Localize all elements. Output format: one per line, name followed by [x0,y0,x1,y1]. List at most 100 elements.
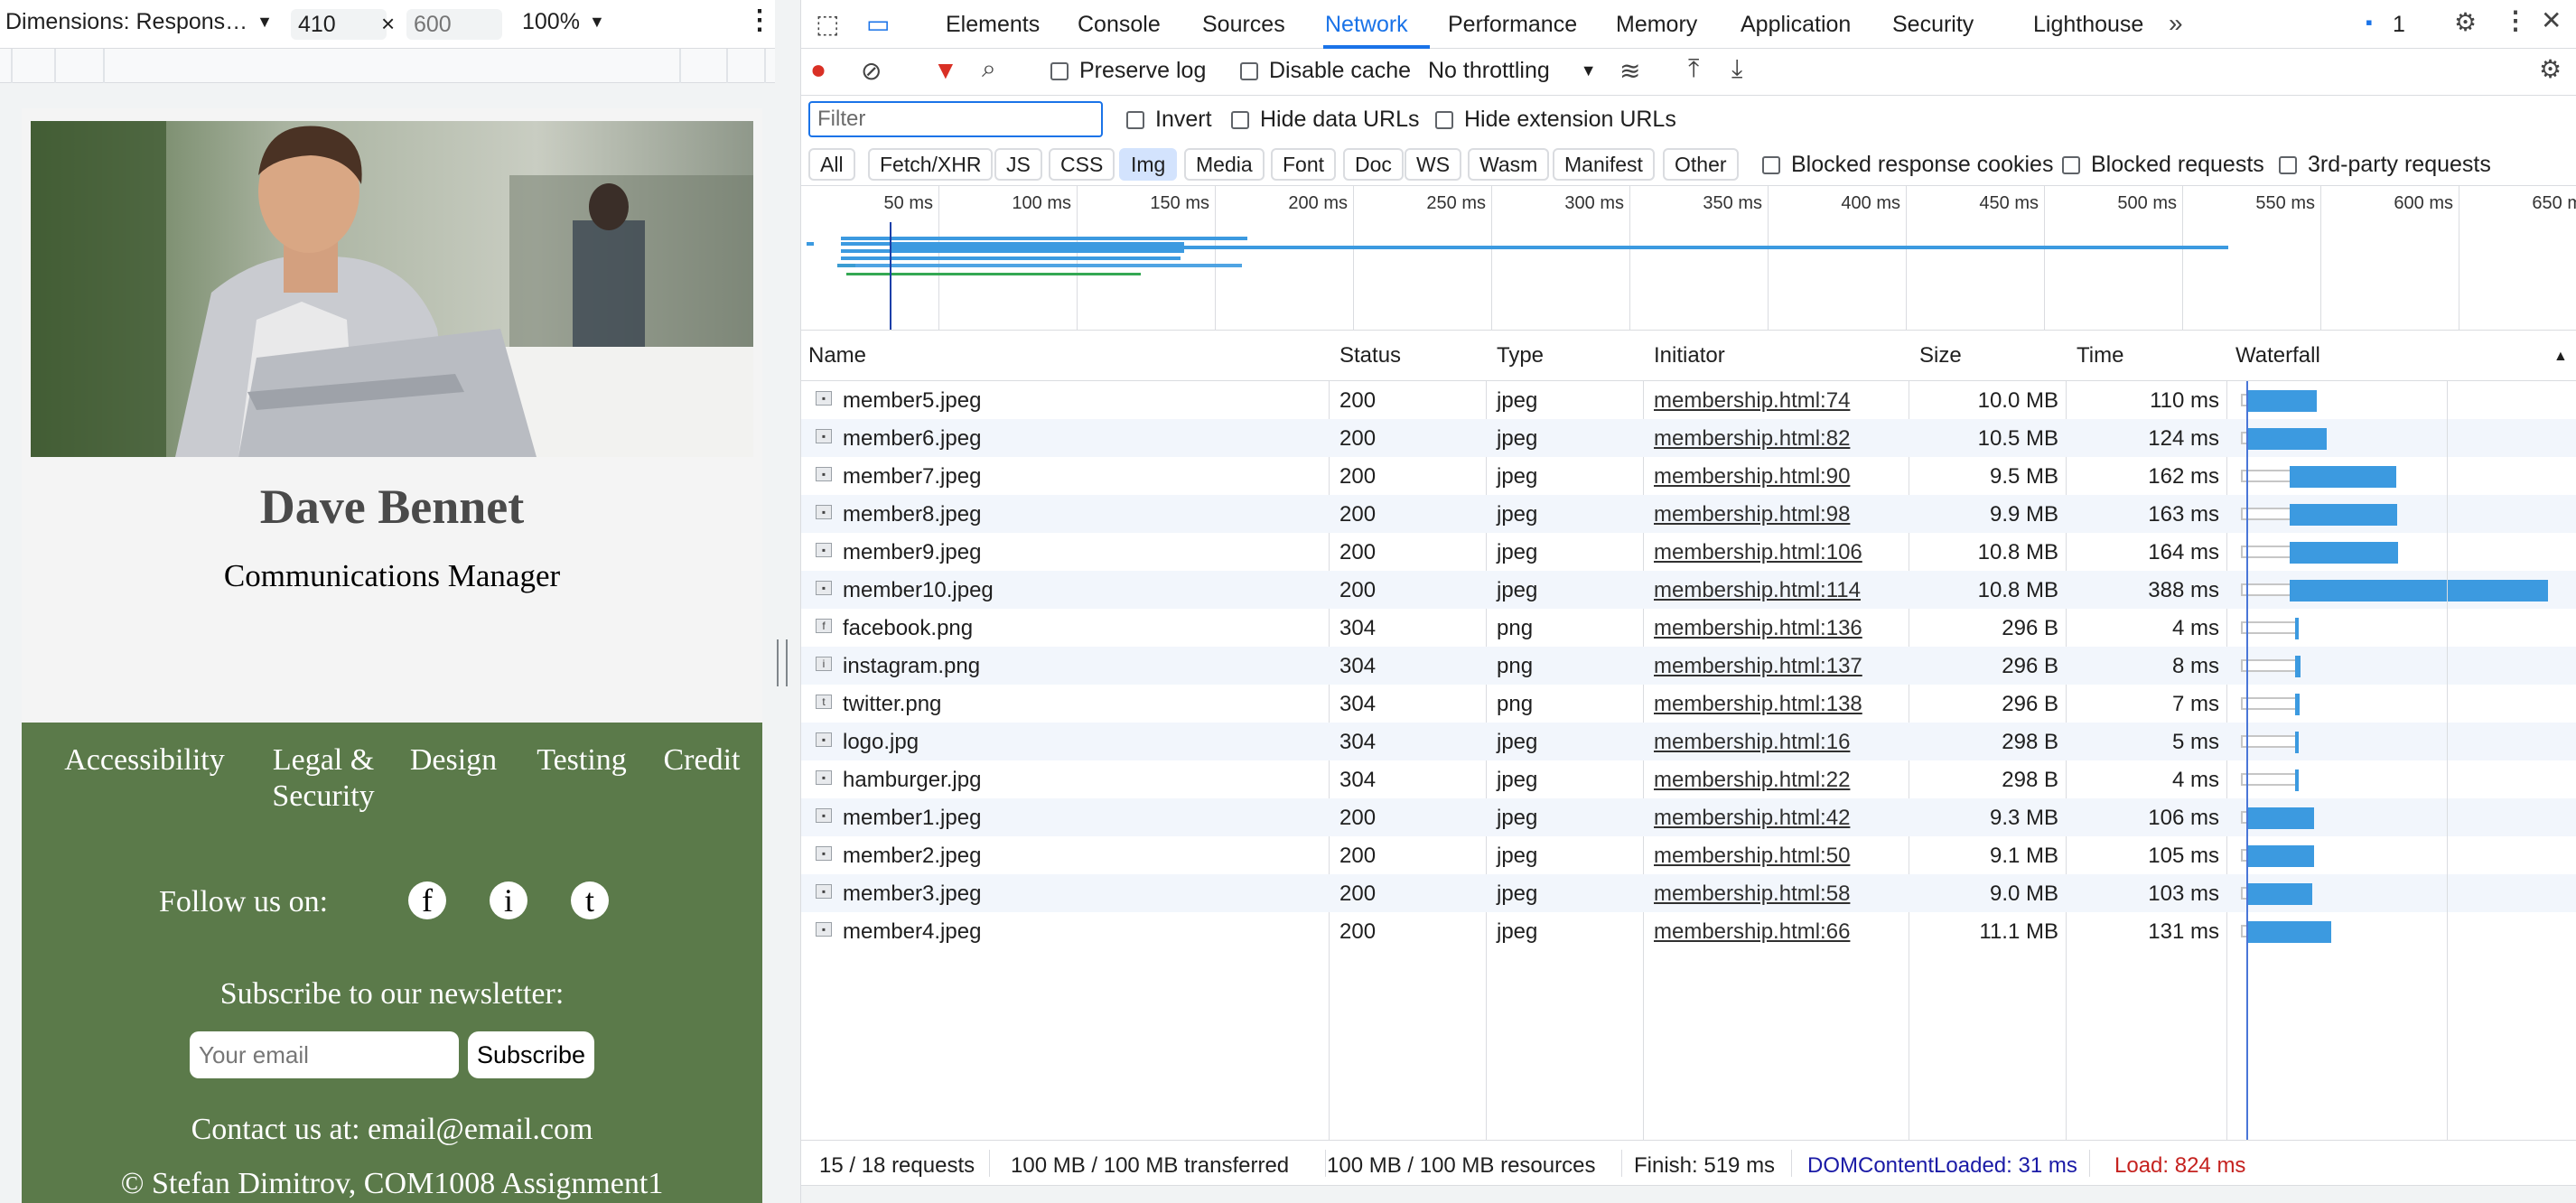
request-initiator[interactable]: membership.html:22 [1654,768,1850,793]
resize-grip-icon[interactable] [777,639,788,686]
chip-fetch-xhr[interactable]: Fetch/XHR [868,148,994,181]
issues-icon[interactable]: ▪ [2366,11,2373,34]
request-initiator[interactable]: membership.html:106 [1654,540,1862,565]
request-initiator[interactable]: membership.html:98 [1654,502,1850,527]
chip-all[interactable]: All [808,148,855,181]
tab-application[interactable]: Application [1741,12,1851,38]
filter-input[interactable] [808,101,1103,137]
chip-ws[interactable]: WS [1405,148,1462,181]
throttling-select[interactable]: No throttling ▼ [1428,58,1597,84]
request-initiator[interactable]: membership.html:74 [1654,388,1850,414]
disable-cache-checkbox[interactable]: Disable cache [1240,58,1411,84]
request-initiator[interactable]: membership.html:114 [1654,578,1861,603]
tab-performance[interactable]: Performance [1448,12,1577,38]
pane-resizer[interactable] [775,0,800,1203]
network-overview[interactable]: 50 ms 100 ms 150 ms 200 ms 250 ms 300 ms 350 m… [801,186,2576,331]
table-row[interactable]: ▪ member2.jpeg 200 jpeg membership.html:50 9.… [801,836,2576,874]
record-stop-icon[interactable]: ⏺ [812,56,825,86]
table-row[interactable]: f facebook.png 304 png membership.html:136 29… [801,609,2576,647]
preserve-log-checkbox[interactable]: Preserve log [1050,58,1206,84]
chip-doc[interactable]: Doc [1343,148,1404,181]
subscribe-button[interactable]: Subscribe [468,1031,594,1078]
tab-network[interactable]: Network [1325,12,1408,38]
request-initiator[interactable]: membership.html:16 [1654,730,1850,755]
clear-icon[interactable]: ⊘ [861,56,882,86]
filter-funnel-icon[interactable]: ▼ [933,56,958,85]
table-row[interactable]: ▪ member4.jpeg 200 jpeg membership.html:66 11… [801,912,2576,950]
hide-data-urls-checkbox[interactable]: Hide data URLs [1231,107,1419,133]
column-time[interactable]: Time [2077,343,2123,368]
chip-other[interactable]: Other [1663,148,1739,181]
instagram-icon[interactable]: i [490,881,527,919]
settings-gear-icon[interactable]: ⚙ [2454,7,2477,37]
column-type[interactable]: Type [1497,343,1544,368]
table-row[interactable]: ▪ member9.jpeg 200 jpeg membership.html:106 1… [801,533,2576,571]
chip-media[interactable]: Media [1184,148,1265,181]
search-icon[interactable]: ⌕ [982,54,996,84]
chip-font[interactable]: Font [1271,148,1337,181]
more-tabs-icon[interactable]: » [2169,9,2183,38]
more-options-icon[interactable]: ⋮ [2503,5,2528,35]
dimensions-select[interactable]: Dimensions: Respons… ▼ [5,9,273,35]
close-icon[interactable]: ✕ [2541,5,2562,35]
chip-wasm[interactable]: Wasm [1468,148,1550,181]
table-row[interactable]: ▪ member8.jpeg 200 jpeg membership.html:98 9.… [801,495,2576,533]
table-row[interactable]: ▪ member7.jpeg 200 jpeg membership.html:90 9.… [801,457,2576,495]
column-waterfall[interactable]: Waterfall [2235,343,2320,368]
footer-link-credit[interactable]: Credit [652,742,751,779]
tab-elements[interactable]: Elements [946,12,1040,38]
blocked-requests-checkbox[interactable]: Blocked requests [2062,152,2264,178]
column-initiator[interactable]: Initiator [1654,343,1725,368]
width-input[interactable] [291,9,387,40]
import-har-icon[interactable]: ⤒ [1688,54,1699,84]
tab-lighthouse[interactable]: Lighthouse [2033,12,2143,38]
column-status[interactable]: Status [1339,343,1401,368]
footer-link-accessibility[interactable]: Accessibility [40,742,249,779]
tab-sources[interactable]: Sources [1202,12,1285,38]
footer-link-legal-security[interactable]: Legal & Security [264,742,383,815]
request-initiator[interactable]: membership.html:137 [1654,654,1862,679]
tab-security[interactable]: Security [1892,12,1974,38]
table-row[interactable]: ▪ hamburger.jpg 304 jpeg membership.html:22 2… [801,760,2576,798]
request-initiator[interactable]: membership.html:50 [1654,844,1850,869]
chip-img[interactable]: Img [1119,148,1178,181]
email-field[interactable] [190,1031,459,1078]
network-settings-gear-icon[interactable]: ⚙ [2539,54,2562,84]
hide-extension-urls-checkbox[interactable]: Hide extension URLs [1435,107,1676,133]
footer-link-testing[interactable]: Testing [527,742,636,779]
chip-css[interactable]: CSS [1049,148,1115,181]
third-party-checkbox[interactable]: 3rd-party requests [2279,152,2491,178]
media-query-ruler[interactable] [0,49,775,83]
table-row[interactable]: ▪ member6.jpeg 200 jpeg membership.html:82 10… [801,419,2576,457]
footer-link-design[interactable]: Design [401,742,506,779]
sort-ascending-icon[interactable]: ▲ [2553,349,2568,365]
request-initiator[interactable]: membership.html:82 [1654,426,1850,452]
request-initiator[interactable]: membership.html:58 [1654,881,1850,907]
table-row[interactable]: ▪ member10.jpeg 200 jpeg membership.html:114… [801,571,2576,609]
table-row[interactable]: i instagram.png 304 png membership.html:137 2… [801,647,2576,685]
export-har-icon[interactable]: ⤓ [1731,54,1742,84]
invert-checkbox[interactable]: Invert [1126,107,1212,133]
zoom-select[interactable]: 100% ▼ [522,9,605,35]
chip-manifest[interactable]: Manifest [1553,148,1655,181]
inspect-element-icon[interactable]: ⬚ [816,9,839,39]
tab-memory[interactable]: Memory [1616,12,1697,38]
column-size[interactable]: Size [1919,343,1962,368]
table-row[interactable]: ▪ member5.jpeg 200 jpeg membership.html:74 10… [801,381,2576,419]
column-name[interactable]: Name [808,343,866,368]
tab-console[interactable]: Console [1078,12,1161,38]
twitter-icon[interactable]: t [571,881,609,919]
blocked-cookies-checkbox[interactable]: Blocked response cookies [1762,152,2053,178]
device-toolbar-icon[interactable]: ▭ [866,9,890,39]
facebook-icon[interactable]: f [408,881,446,919]
table-row[interactable]: t twitter.png 304 png membership.html:138 296… [801,685,2576,723]
request-initiator[interactable]: membership.html:138 [1654,692,1862,717]
height-input[interactable] [406,9,502,40]
request-initiator[interactable]: membership.html:136 [1654,616,1862,641]
table-row[interactable]: ▪ logo.jpg 304 jpeg membership.html:16 298 B 5… [801,723,2576,760]
request-initiator[interactable]: membership.html:66 [1654,919,1850,945]
chip-js[interactable]: JS [994,148,1042,181]
network-conditions-icon[interactable]: ≋ [1619,56,1640,86]
issues-count[interactable]: 1 [2393,12,2405,38]
request-initiator[interactable]: membership.html:90 [1654,464,1850,490]
